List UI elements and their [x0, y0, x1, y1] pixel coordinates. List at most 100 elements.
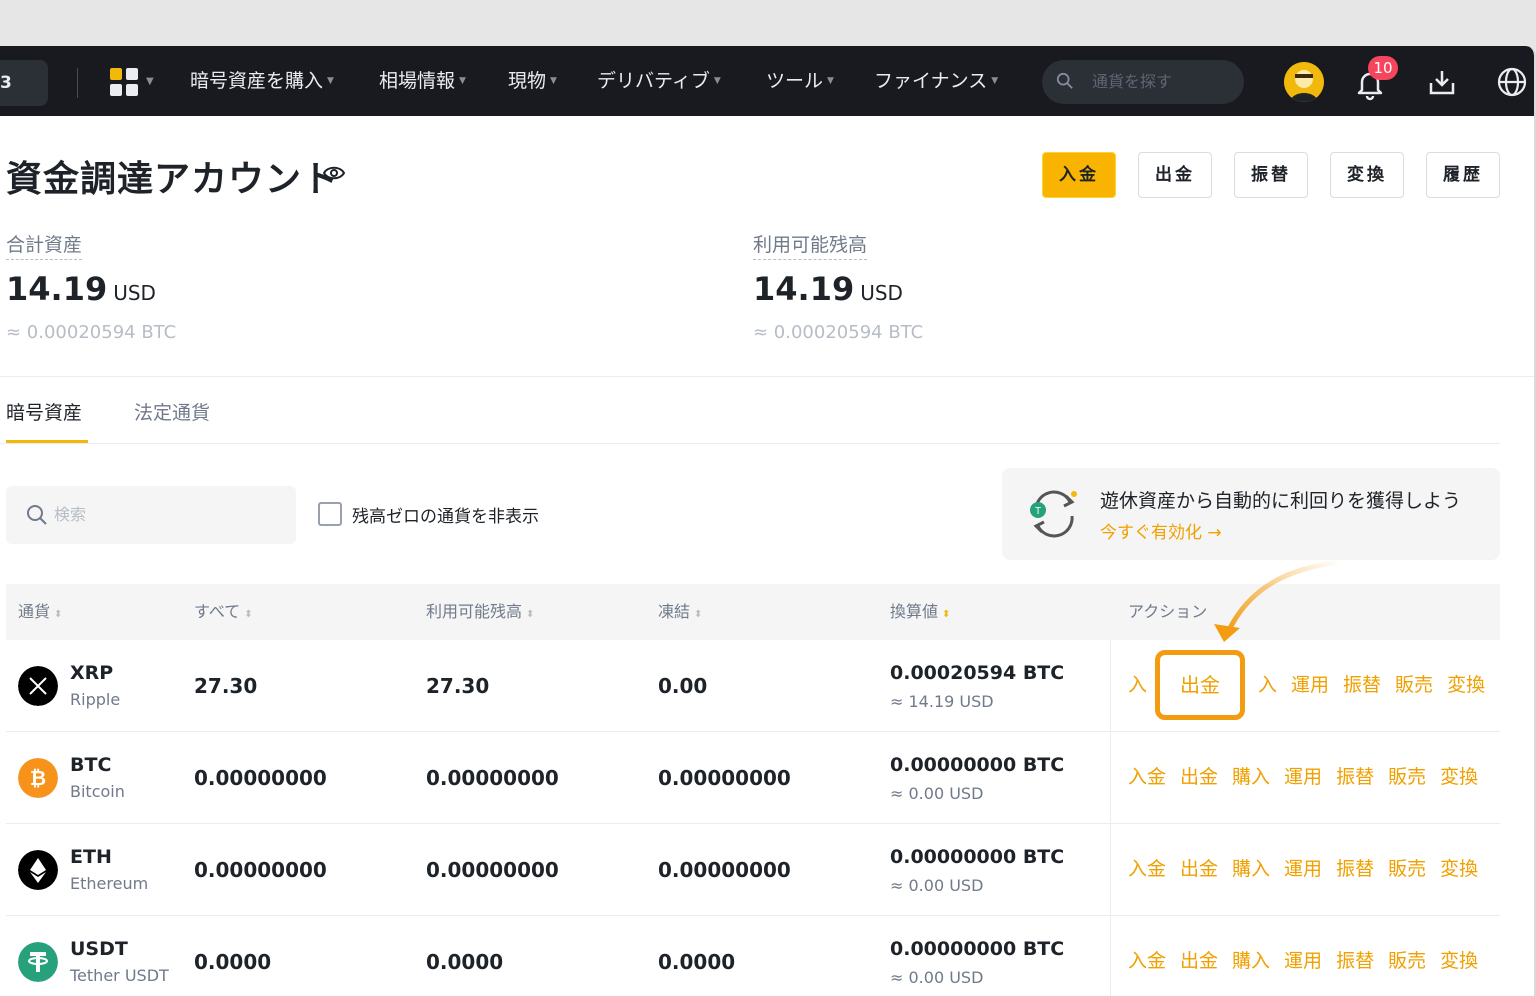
cell-total: 0.00000000 — [194, 858, 327, 882]
promo-title: 遊休資産から自動的に利回りを獲得しよう — [1100, 490, 1462, 512]
notification-badge: 10 — [1368, 56, 1398, 80]
coin-name: Bitcoin — [70, 782, 125, 801]
total-assets-label: 合計資産 — [6, 230, 83, 260]
action-transfer[interactable]: 振替 — [1336, 762, 1374, 789]
action-sell[interactable]: 販売 — [1388, 946, 1426, 973]
chevron-down-icon: ▼ — [713, 76, 721, 86]
btc-coin-icon: ₿ — [18, 758, 58, 798]
user-avatar[interactable] — [1284, 62, 1324, 102]
action-withdraw[interactable]: 出金 — [1180, 762, 1218, 789]
row-actions: 入金 出金 購入 運用 振替 販売 変換 — [1128, 854, 1478, 881]
chevron-down-icon: ▼ — [146, 76, 154, 87]
withdraw-button[interactable]: 出金 — [1138, 152, 1212, 198]
actions-divider — [1110, 916, 1111, 996]
tab-crypto[interactable]: 暗号資産 — [6, 398, 82, 425]
action-deposit[interactable]: 入金 — [1128, 762, 1166, 789]
action-withdraw[interactable]: 出金 — [1180, 946, 1218, 973]
cell-usd-value: ≈ 0.00 USD — [890, 784, 984, 803]
top-navigation-bar: 3 ▼ 暗号資産を購入 ▼ 相場情報 ▼ 現物 ▼ デリバティブ ▼ ツール ▼ ファイナ… — [0, 46, 1534, 116]
nav-markets[interactable]: 相場情報 ▼ — [379, 46, 466, 116]
cell-btc-value: 0.00000000 BTC — [890, 754, 1065, 776]
action-deposit[interactable]: 入金 — [1128, 946, 1166, 973]
coin-name: Ethereum — [70, 874, 149, 893]
apps-grid-icon[interactable]: ▼ — [110, 68, 154, 98]
auto-earn-icon: T — [1030, 490, 1077, 538]
action-convert[interactable]: 変換 — [1440, 946, 1478, 973]
page-title: 資金調達アカウント — [6, 159, 340, 200]
hide-zero-checkbox[interactable] — [318, 502, 342, 526]
nav-buy-crypto[interactable]: 暗号資産を購入 ▼ — [190, 46, 334, 116]
coin-symbol: ETH — [70, 846, 112, 868]
sort-icon: ⬍ — [244, 609, 253, 620]
transfer-button[interactable]: 振替 — [1234, 152, 1308, 198]
col-frozen[interactable]: 凍結 ⬍ — [658, 584, 702, 643]
action-transfer[interactable]: 振替 — [1336, 946, 1374, 973]
action-earn[interactable]: 運用 — [1291, 670, 1329, 697]
nav-spot[interactable]: 現物 ▼ — [508, 46, 557, 116]
cell-total: 0.00000000 — [194, 766, 327, 790]
action-sell[interactable]: 販売 — [1388, 762, 1426, 789]
usdt-coin-icon — [18, 942, 58, 982]
action-deposit[interactable]: 入金 — [1128, 854, 1166, 881]
promo-activate-link[interactable]: 今すぐ有効化 → — [1100, 518, 1222, 543]
deposit-button[interactable]: 入金 — [1042, 152, 1116, 198]
col-coin[interactable]: 通貨 ⬍ — [18, 584, 62, 643]
cell-available: 27.30 — [426, 674, 490, 698]
cell-frozen: 0.0000 — [658, 950, 736, 974]
action-earn[interactable]: 運用 — [1284, 946, 1322, 973]
sort-icon: ⬍ — [694, 609, 703, 620]
cell-btc-value: 0.00000000 BTC — [890, 846, 1065, 868]
actions-divider — [1110, 640, 1111, 732]
download-icon[interactable] — [1426, 66, 1458, 98]
earn-promo-banner[interactable]: T 遊休資産から自動的に利回りを獲得しよう 今すぐ有効化 → — [1002, 468, 1500, 560]
account-pill[interactable]: 3 — [0, 60, 48, 106]
nav-finance[interactable]: ファイナンス ▼ — [874, 46, 998, 116]
total-assets-value: 14.19 USD — [6, 270, 156, 308]
action-buy[interactable]: 購入 — [1232, 762, 1270, 789]
action-earn[interactable]: 運用 — [1284, 854, 1322, 881]
nav-derivatives[interactable]: デリバティブ ▼ — [597, 46, 721, 116]
action-convert[interactable]: 変換 — [1447, 670, 1485, 697]
cell-btc-value: 0.00020594 BTC — [890, 662, 1065, 684]
cell-frozen: 0.00000000 — [658, 766, 791, 790]
nav-tools[interactable]: ツール ▼ — [766, 46, 834, 116]
coin-search-input[interactable]: 通貨を探す — [1042, 60, 1244, 104]
coin-symbol: USDT — [70, 938, 128, 960]
globe-icon[interactable] — [1496, 66, 1528, 98]
action-withdraw[interactable]: 出金 — [1180, 854, 1218, 881]
action-buy[interactable]: 入 — [1258, 670, 1277, 697]
chevron-down-icon: ▼ — [327, 76, 334, 86]
coin-name: Tether USDT — [70, 966, 169, 985]
tab-fiat[interactable]: 法定通貨 — [134, 398, 210, 425]
action-sell[interactable]: 販売 — [1395, 670, 1433, 697]
table-row: ETH Ethereum 0.00000000 0.00000000 0.000… — [6, 824, 1500, 916]
col-total[interactable]: すべて ⬍ — [194, 584, 253, 643]
tab-divider — [0, 443, 1500, 444]
asset-search-input[interactable]: 検索 — [6, 486, 296, 544]
avatar-face-icon — [1284, 62, 1324, 102]
table-row: ₿ BTC Bitcoin 0.00000000 0.00000000 0.00… — [6, 732, 1500, 824]
action-transfer[interactable]: 振替 — [1343, 670, 1381, 697]
row-actions: 入金 出金 購入 運用 振替 販売 変換 — [1128, 946, 1478, 973]
action-convert[interactable]: 変換 — [1440, 762, 1478, 789]
col-available[interactable]: 利用可能残高 ⬍ — [426, 584, 534, 643]
cell-frozen: 0.00 — [658, 674, 708, 698]
coin-name: Ripple — [70, 690, 121, 709]
action-buy[interactable]: 購入 — [1232, 946, 1270, 973]
coin-symbol: XRP — [70, 662, 114, 684]
action-earn[interactable]: 運用 — [1284, 762, 1322, 789]
convert-button[interactable]: 変換 — [1330, 152, 1404, 198]
history-button[interactable]: 履歴 — [1426, 152, 1500, 198]
action-buy[interactable]: 購入 — [1232, 854, 1270, 881]
eye-icon[interactable] — [322, 164, 346, 182]
table-row: XRP Ripple 27.30 27.30 0.00 0.00020594 B… — [6, 640, 1500, 732]
coin-symbol: BTC — [70, 754, 112, 776]
chevron-down-icon: ▼ — [550, 76, 557, 86]
action-transfer[interactable]: 振替 — [1336, 854, 1374, 881]
cell-btc-value: 0.00000000 BTC — [890, 938, 1065, 960]
sort-icon: ⬍ — [54, 609, 63, 620]
action-convert[interactable]: 変換 — [1440, 854, 1478, 881]
withdraw-highlight[interactable]: 出金 — [1155, 650, 1245, 720]
action-sell[interactable]: 販売 — [1388, 854, 1426, 881]
col-value[interactable]: 換算値 ⬍ — [890, 584, 950, 643]
